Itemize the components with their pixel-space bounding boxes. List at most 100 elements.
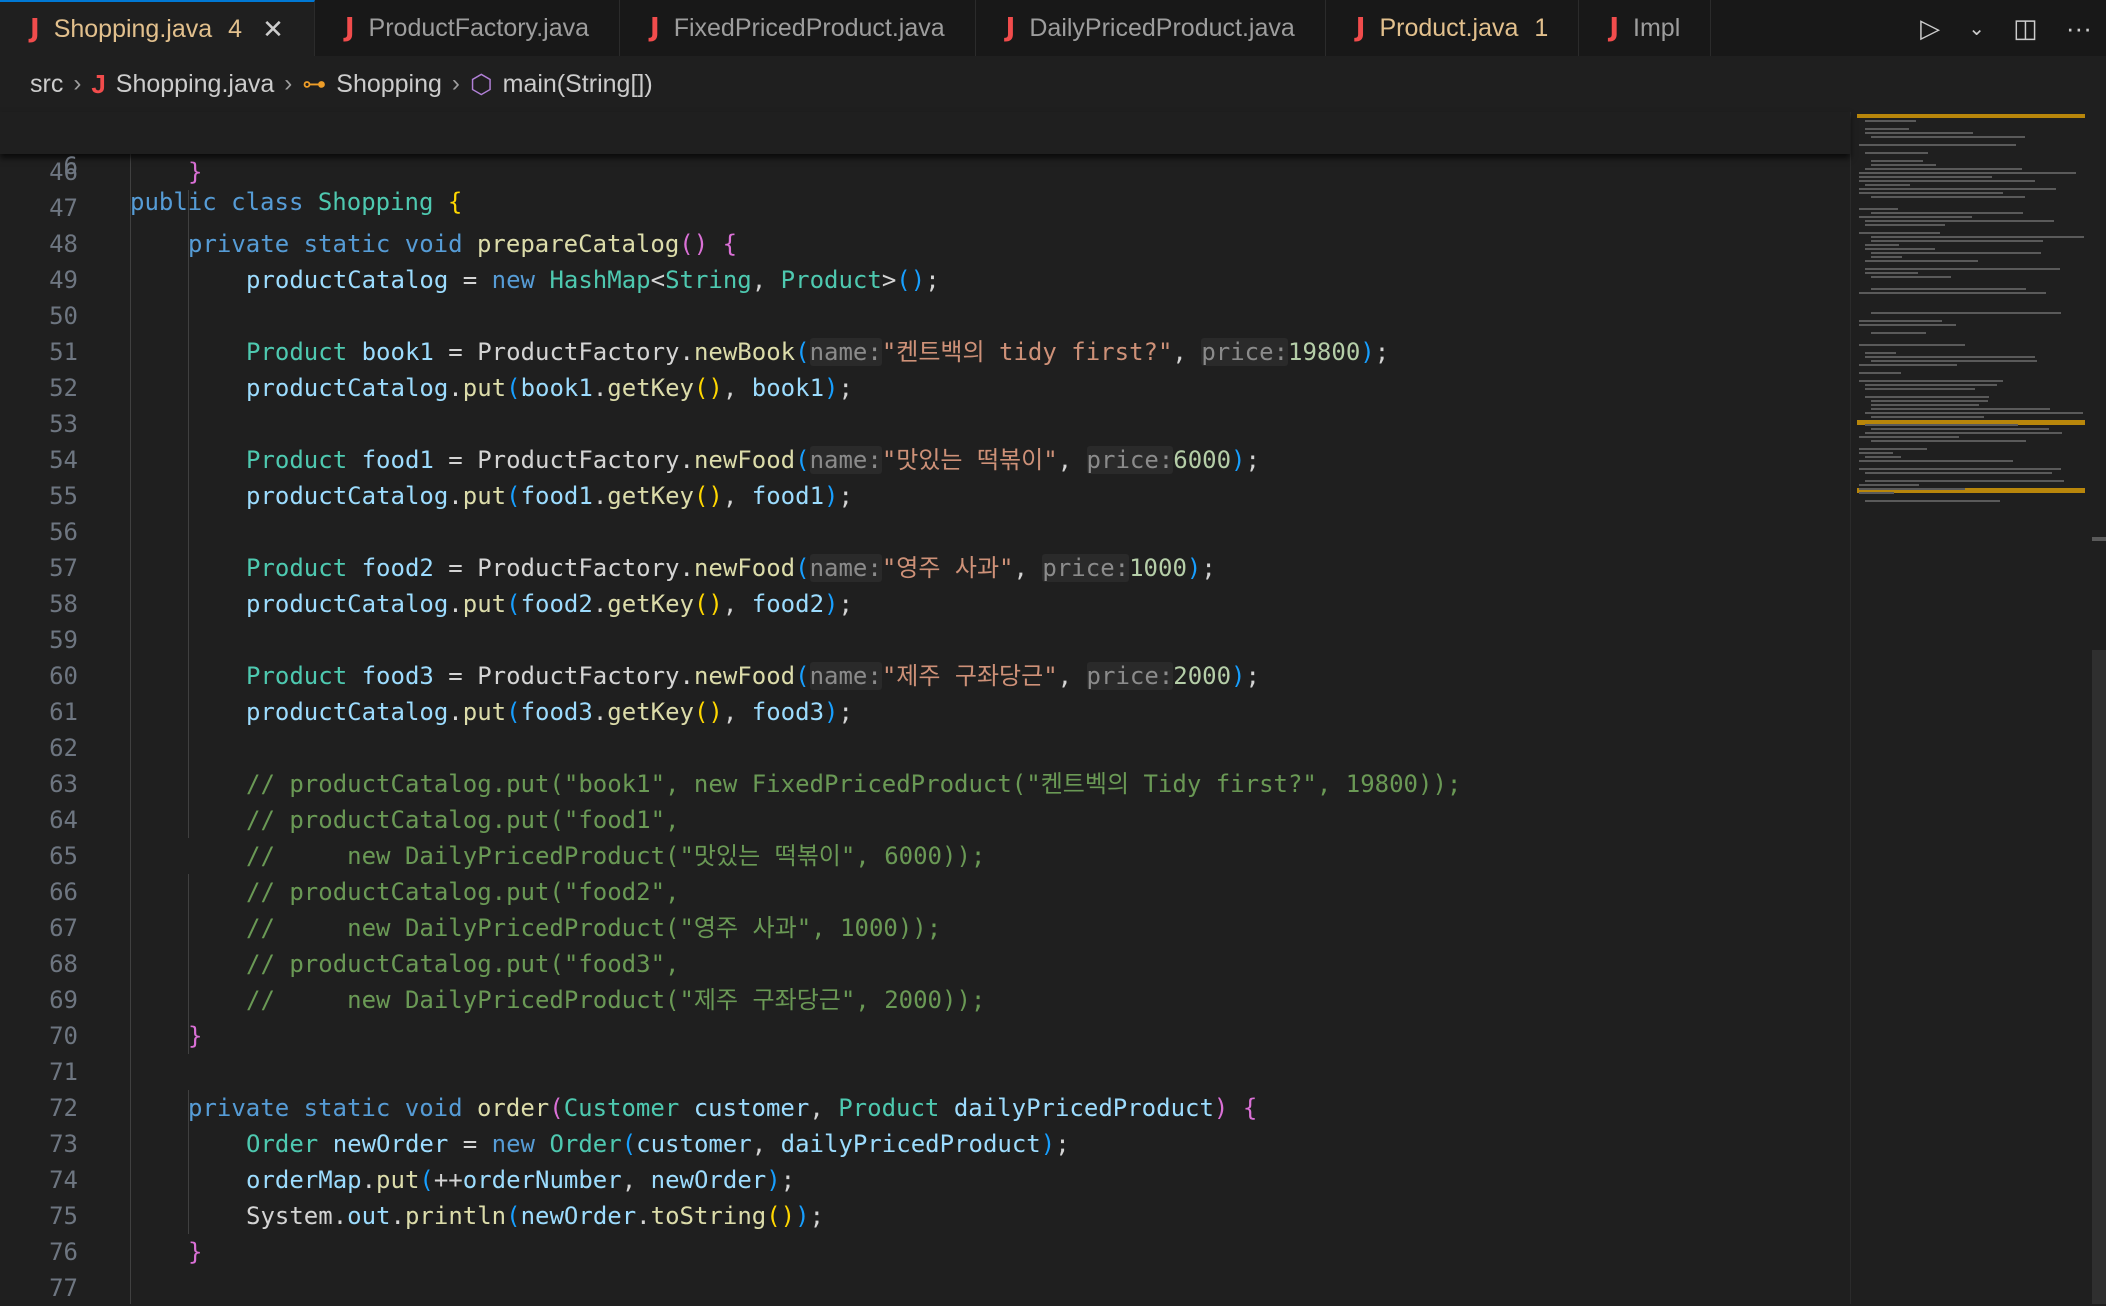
code-line[interactable]: 66 // productCatalog.put("food2", [0,874,1850,910]
code-line[interactable]: 72 private static void order(Customer cus… [0,1090,1850,1126]
line-number: 70 [49,1022,78,1050]
code-text: } [188,1234,202,1270]
code-line[interactable]: 61 productCatalog.put(food3.getKey(), foo… [0,694,1850,730]
code-line[interactable]: 52 productCatalog.put(book1.getKey(), boo… [0,370,1850,406]
minimap-line [1859,144,2016,146]
code-token: = [433,662,478,690]
line-number: 53 [49,410,78,438]
code-line[interactable]: 77 [0,1270,1850,1306]
code-text: Product food2 = ProductFactory.newFood(n… [246,550,1216,586]
code-token: ( [549,1094,564,1122]
minimap-highlight [1857,115,2085,118]
code-token: ( [621,1130,637,1158]
code-line[interactable]: 55 productCatalog.put(food1.getKey(), foo… [0,478,1850,514]
tab-dailypricedproduct-java[interactable]: J DailyPricedProduct.java [975,0,1326,56]
code-line[interactable]: 65 // new DailyPricedProduct("맛있는 떡볶이", 6… [0,838,1850,874]
code-token: > [881,266,897,294]
code-text: // new DailyPricedProduct("영주 사과", 1000)… [246,910,941,946]
code-token: . [592,698,608,726]
tab-label: Product.java [1379,13,1519,42]
code-token: productCatalog [246,374,449,402]
minimap[interactable] [1850,112,2093,1304]
code-token: productCatalog [246,266,449,294]
minimap-line [1859,448,1927,450]
code-line[interactable]: 49 productCatalog = new HashMap<String, P… [0,262,1850,298]
code-token: "영주 사과" [881,554,1014,582]
code-line[interactable]: 56 [0,514,1850,550]
code-token: dailyPricedProduct [780,1130,1041,1158]
code-text: Product food1 = ProductFactory.newFood(n… [246,442,1260,478]
code-line[interactable]: 57 Product food2 = ProductFactory.newFood… [0,550,1850,586]
code-line[interactable]: 69 // new DailyPricedProduct("제주 구좌당근", 2… [0,982,1850,1018]
code-line[interactable]: 76} [0,1234,1850,1270]
tab-impl[interactable]: J Impl [1579,0,1712,56]
line-number: 49 [49,266,78,294]
code-token: customer [636,1130,752,1158]
tab-product-java[interactable]: J Product.java 1 [1325,0,1580,56]
code-line[interactable]: 71 [0,1054,1850,1090]
code-line[interactable]: 53 [0,406,1850,442]
code-token: . [592,482,608,510]
breadcrumb-src[interactable]: src [30,70,63,99]
code-token: newOrder [332,1130,449,1158]
code-line[interactable]: 51 Product book1 = ProductFactory.newBook… [0,334,1850,370]
split-editor-icon[interactable]: ◫ [2013,13,2038,44]
code-text: Order newOrder = new Order(customer, dai… [246,1126,1070,1162]
code-token: . [592,590,608,618]
code-token: ( [506,374,521,402]
code-line[interactable]: 63 // productCatalog.put("book1", new Fix… [0,766,1850,802]
code-token: () [693,698,723,726]
code-token: Product [246,662,362,690]
more-actions-icon[interactable]: ··· [2066,13,2092,44]
minimap-line [1871,212,2023,214]
code-line[interactable]: 75 System.out.println(newOrder.toString()… [0,1198,1850,1234]
code-line[interactable]: 64 // productCatalog.put("food1", [0,802,1850,838]
code-line[interactable]: 62 [0,730,1850,766]
scrollbar-thumb[interactable] [2092,650,2106,1304]
code-editor[interactable]: 6 public class Shopping { 46} 47 48 private… [0,112,1850,1304]
code-line[interactable]: 50 [0,298,1850,334]
code-token: . [361,1166,377,1194]
line-number: 52 [49,374,78,402]
tab-productfactory-java[interactable]: J ProductFactory.java [314,0,621,56]
code-token: // new DailyPricedProduct("제주 구좌당근", 200… [246,986,986,1014]
code-line[interactable]: 74 orderMap.put(++orderNumber, newOrder); [0,1162,1850,1198]
line-number: 76 [49,1238,78,1266]
code-token: // new DailyPricedProduct("맛있는 떡볶이", 600… [246,842,986,870]
breadcrumb-class[interactable]: Shopping [336,70,442,99]
line-number: 58 [49,590,78,618]
code-line[interactable]: 67 // new DailyPricedProduct("영주 사과", 100… [0,910,1850,946]
sticky-scroll-header[interactable]: 6 public class Shopping { [0,112,1850,216]
code-line[interactable]: 70} [0,1018,1850,1054]
minimap-line [1859,380,2003,382]
tab-fixedpricedproduct-java[interactable]: J FixedPricedProduct.java [620,0,976,56]
code-line[interactable]: 58 productCatalog.put(food2.getKey(), foo… [0,586,1850,622]
tab-shopping-java[interactable]: J Shopping.java 4 ✕ [0,0,315,56]
code-token: } [188,1238,203,1266]
code-line[interactable]: 54 Product food1 = ProductFactory.newFood… [0,442,1850,478]
minimap-line [1859,364,1957,366]
code-line[interactable]: 59 [0,622,1850,658]
sticky-code-line[interactable]: public class Shopping { [130,184,462,220]
code-token: , [1057,662,1087,690]
code-line[interactable]: 60 Product food3 = ProductFactory.newFood… [0,658,1850,694]
run-icon[interactable]: ▷ [1920,13,1940,44]
breadcrumb-method[interactable]: main(String[]) [503,70,653,99]
code-token: ; [1245,662,1260,690]
close-icon[interactable]: ✕ [262,14,284,45]
breadcrumb-file[interactable]: Shopping.java [116,70,274,99]
problem-count-badge: 4 [228,14,243,43]
minimap-line [1871,400,1988,402]
minimap-line [1865,268,2060,270]
code-token: // productCatalog.put("food3", [246,950,680,978]
run-menu-chevron-icon[interactable]: ⌄ [1968,16,1985,41]
code-text: System.out.println(newOrder.toString()); [246,1198,824,1234]
code-token: orderNumber [462,1166,622,1194]
code-token: productCatalog [246,698,449,726]
code-line[interactable]: 68 // productCatalog.put("food3", [0,946,1850,982]
code-token: out [347,1202,391,1230]
code-line[interactable]: 73 Order newOrder = new Order(customer, d… [0,1126,1850,1162]
code-token: 2000 [1173,662,1232,690]
inlay-hint: name: [809,554,882,582]
code-line[interactable]: 48 private static void prepareCatalog() { [0,226,1850,262]
